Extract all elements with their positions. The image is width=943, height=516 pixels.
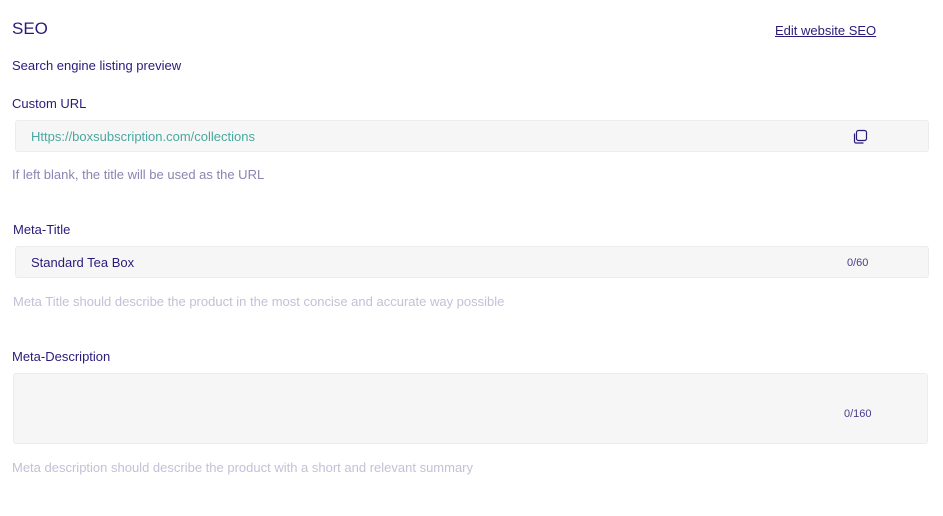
meta-title-counter: 0/60 [847, 257, 869, 269]
custom-url-value[interactable]: Https://boxsubscription.com/collections [31, 129, 255, 144]
meta-title-label: Meta-Title [13, 222, 71, 237]
seo-settings-panel: SEO Edit website SEO Search engine listi… [0, 0, 943, 516]
section-title: SEO [12, 19, 48, 38]
meta-description-hint: Meta description should describe the pro… [12, 460, 474, 475]
meta-title-field[interactable]: Standard Tea Box 0/60 [15, 246, 929, 278]
custom-url-hint: If left blank, the title will be used as… [12, 167, 265, 182]
preview-heading: Search engine listing preview [12, 58, 182, 73]
custom-url-label: Custom URL [12, 96, 87, 111]
meta-description-label: Meta-Description [12, 349, 111, 364]
meta-title-value[interactable]: Standard Tea Box [31, 255, 134, 270]
meta-description-field[interactable]: 0/160 [13, 373, 928, 444]
edit-website-seo-link[interactable]: Edit website SEO [775, 23, 876, 38]
meta-description-counter: 0/160 [844, 408, 872, 420]
custom-url-field[interactable]: Https://boxsubscription.com/collections [15, 120, 929, 152]
meta-title-hint: Meta Title should describe the product i… [13, 294, 505, 309]
copy-icon[interactable] [852, 129, 868, 145]
